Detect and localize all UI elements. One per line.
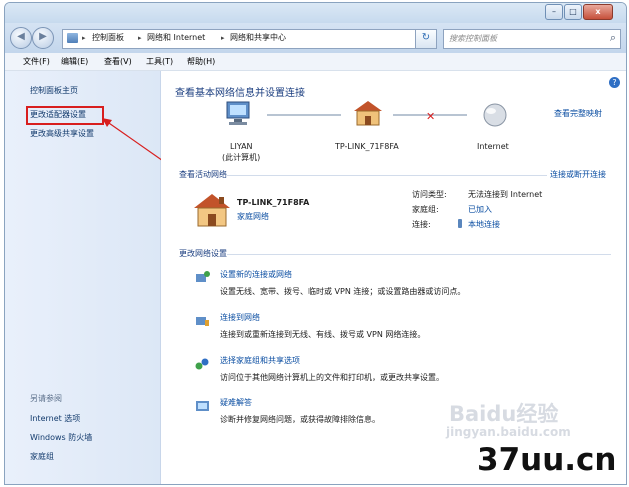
house-icon [194,194,230,227]
address-bar[interactable]: ▸ 控制面板 ▸ 网络和 Internet ▸ 网络和共享中心 ▼ [62,29,434,49]
router-label: TP-LINK_71F8FA [335,142,399,151]
task-troubleshoot-link[interactable]: 疑难解答 [220,397,252,408]
maximize-icon: □ [569,7,577,16]
connect-disconnect-link[interactable]: 连接或断开连接 [550,169,606,180]
task-connect-network-link[interactable]: 连接到网络 [220,312,260,323]
back-arrow-icon: ◀ [17,31,25,42]
back-button[interactable]: ◀ [10,27,32,49]
view-full-map-link[interactable]: 查看完整映射 [554,108,602,119]
homegroup-sharing-icon [195,358,209,370]
search-icon[interactable]: ⌕ [610,31,616,45]
refresh-button[interactable]: ↻ [415,29,437,49]
title-bar: – □ x [5,3,626,23]
access-type-value: 无法连接到 Internet [468,190,543,199]
computer-icon [226,101,250,125]
menu-help[interactable]: 帮助(H) [187,56,215,67]
breadcrumb-separator: ▸ [221,34,225,42]
menu-tools[interactable]: 工具(T) [146,56,173,67]
sidebar-item-homegroup[interactable]: 家庭组 [30,451,54,462]
menu-bar: 文件(F) 编辑(E) 查看(V) 工具(T) 帮助(H) [5,53,626,71]
maximize-button[interactable]: □ [564,4,582,20]
control-panel-icon [67,33,78,43]
computer-sub-label: (此计算机) [222,153,261,162]
active-networks-title: 查看活动网络 [179,170,227,179]
internet-label: Internet [477,142,509,151]
minimize-icon: – [552,7,556,16]
minimize-button[interactable]: – [545,4,563,20]
annotation-arrow [102,118,167,164]
network-name: TP-LINK_71F8FA [237,198,310,207]
task-setup-connection-desc: 设置无线、宽带、拨号、临时或 VPN 连接；或设置路由器或访问点。 [220,287,466,296]
task-homegroup-sharing-desc: 访问位于其他网络计算机上的文件和打印机，或更改共享设置。 [220,373,444,382]
troubleshoot-icon [196,401,209,411]
network-map [226,101,507,127]
menu-edit[interactable]: 编辑(E) [61,56,88,67]
search-input[interactable]: 搜索控制面板 ⌕ [443,29,621,49]
new-connection-icon [196,271,210,282]
search-placeholder: 搜索控制面板 [449,34,497,43]
sidebar-item-advanced-sharing[interactable]: 更改高级共享设置 [30,128,94,139]
watermark-line-2: jingyan.baidu.com [446,425,571,439]
sidebar-item-internet-options[interactable]: Internet 选项 [30,413,80,424]
forward-button[interactable]: ▶ [32,27,54,49]
refresh-icon: ↻ [421,32,431,43]
section-divider [227,254,611,255]
close-button[interactable]: x [583,4,613,20]
task-connect-network-desc: 连接到或重新连接到无线、有线、拨号或 VPN 网络连接。 [220,330,426,339]
breadcrumb-network-sharing-center[interactable]: 网络和共享中心 [230,32,286,44]
homegroup-label: 家庭组: [412,205,439,214]
access-type-label: 访问类型: [412,190,447,199]
connection-icon [458,219,462,228]
home-network-icon [354,101,382,126]
menu-file[interactable]: 文件(F) [23,56,50,67]
homegroup-link[interactable]: 已加入 [468,204,492,215]
breadcrumb-network-internet[interactable]: 网络和 Internet [147,32,205,44]
section-divider [227,175,547,176]
local-connection-link[interactable]: 本地连接 [468,219,500,230]
breadcrumb-separator: ▸ [138,34,142,42]
menu-view[interactable]: 查看(V) [104,56,132,67]
sidebar-item-windows-firewall[interactable]: Windows 防火墙 [30,432,92,443]
site-brand: 37uu.cn [477,442,617,478]
navigation-bar: ◀ ▶ ▸ 控制面板 ▸ 网络和 Internet ▸ 网络和共享中心 ▼ ↻ … [5,23,626,53]
sidebar-item-control-panel-home[interactable]: 控制面板主页 [30,85,78,96]
computer-name-label: LIYAN [230,142,253,151]
forward-arrow-icon: ▶ [39,31,47,42]
connection-label: 连接: [412,220,431,229]
broken-connection-icon: ✕ [426,110,436,123]
task-setup-connection-link[interactable]: 设置新的连接或网络 [220,269,292,280]
watermark-line-1: Baidu经验 [449,402,559,426]
breadcrumb-control-panel[interactable]: 控制面板 [92,32,124,44]
close-icon: x [595,7,601,16]
help-icon[interactable]: ? [609,77,620,88]
see-also-title: 另请参阅 [30,394,62,403]
connect-network-icon [196,317,209,326]
task-homegroup-sharing-link[interactable]: 选择家庭组和共享选项 [220,355,300,366]
highlight-box [26,106,104,125]
change-settings-title: 更改网络设置 [179,249,227,258]
breadcrumb-separator: ▸ [82,34,86,42]
task-troubleshoot-desc: 诊断并修复网络问题，或获得故障排除信息。 [220,415,380,424]
internet-globe-icon [483,103,507,127]
network-type-link[interactable]: 家庭网络 [237,211,269,222]
